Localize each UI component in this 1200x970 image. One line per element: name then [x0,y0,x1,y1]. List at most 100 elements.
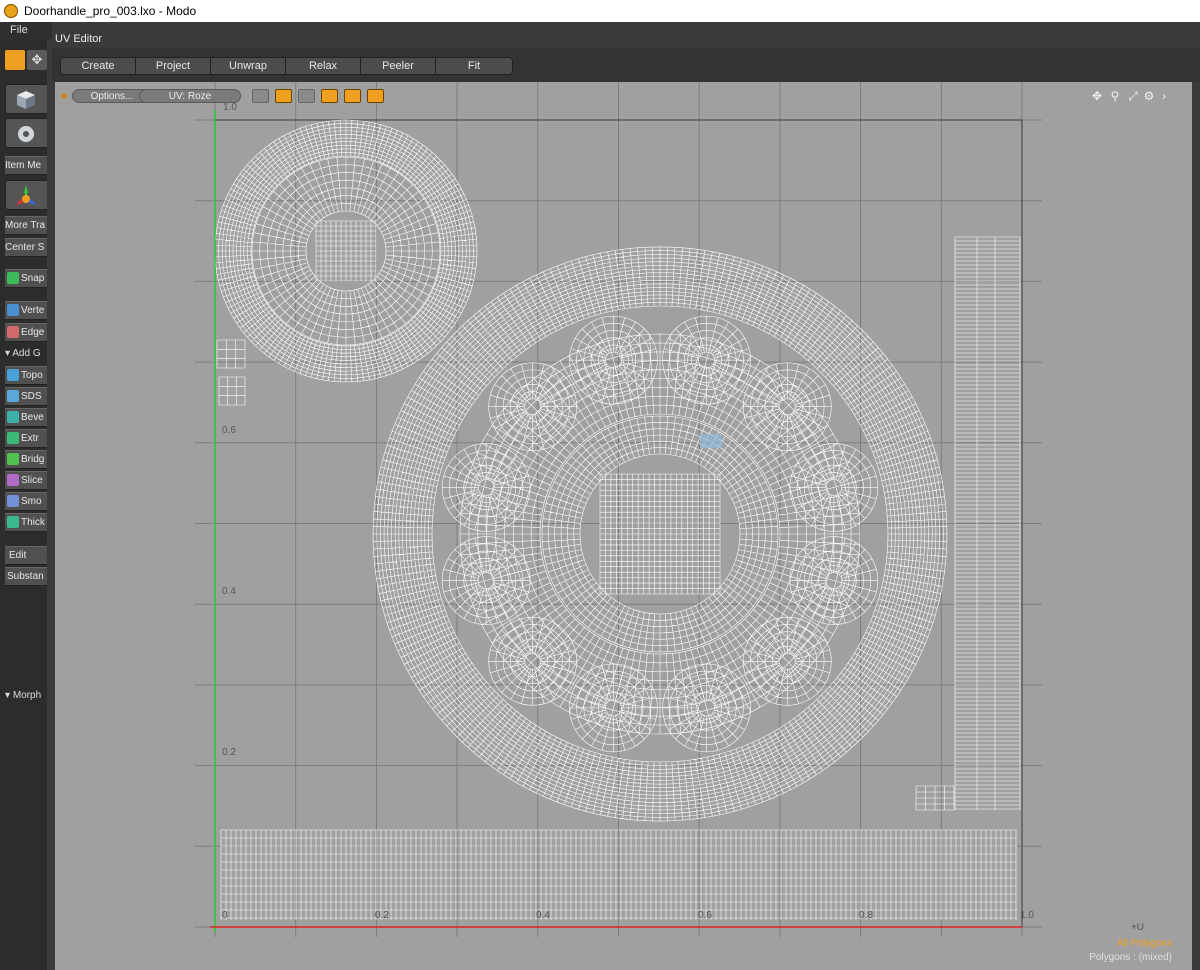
left-item-label: Edge [21,327,45,338]
slice-icon [7,474,19,486]
left-item-bevel[interactable]: Beve [5,408,47,427]
tab-unwrap[interactable]: Unwrap [210,57,286,75]
left-item-label: Center S [5,242,45,253]
left-item-label: Edit [9,550,27,561]
view-toggle-2-icon[interactable] [275,89,292,103]
left-section-morph[interactable]: ▾ Morph [5,688,47,704]
selection-mode-label[interactable]: All Polygons [1117,938,1172,949]
left-item-label: Slice [21,475,43,486]
smooth-icon [7,495,19,507]
modo-app-icon [4,4,18,18]
v-label-3: 0.4 [222,586,236,597]
view-toggle-1-icon[interactable] [252,89,269,103]
uv-editor-title: UV Editor [55,33,103,45]
view-toggle-3-icon[interactable] [298,89,315,103]
tab-fit[interactable]: Fit [435,57,513,75]
edge-icon [7,326,19,338]
left-item-vertex[interactable]: Verte [5,301,47,320]
uv-grid [195,82,1042,937]
u-label-1: 0 [222,910,228,921]
tab-relax[interactable]: Relax [285,57,361,75]
u-label-5: 0.8 [859,910,873,921]
left-item-edge[interactable]: Edge [5,323,47,342]
left-item-label: Extr [21,433,39,444]
v-label-2: 0.6 [222,425,236,436]
left-tool-panel: ✥ Item Me More Tra Center S Snap Verte E… [0,40,47,970]
cube-primitive-button[interactable] [5,84,47,114]
extrude-icon [7,432,19,444]
left-item-bridge[interactable]: Bridg [5,450,47,469]
tab-create[interactable]: Create [60,57,136,75]
torus-primitive-button[interactable] [5,118,47,148]
left-item-label: Topo [21,370,43,381]
left-item-label: Snap [21,273,45,284]
tab-project[interactable]: Project [135,57,211,75]
window-title-bar: Doorhandle_pro_003.lxo - Modo [0,0,1200,22]
cube-icon [17,91,35,109]
window-title: Doorhandle_pro_003.lxo - Modo [24,4,197,18]
v-label-4: 0.2 [222,747,236,758]
settings-icon[interactable]: ⚙ [1142,89,1156,103]
left-item-label: Smo [21,496,42,507]
left-item-label: SDS [21,391,42,402]
fit-view-icon[interactable]: ⤢ [1126,89,1140,103]
torus-icon [18,126,34,142]
uv-island-small-rect [915,785,955,811]
left-item-edit[interactable]: Edit [5,546,47,565]
layout-cube-icon[interactable] [5,50,25,70]
uv-viewport[interactable]: Options... UV: Roze ✥ ⚲ ⤢ ⚙ › 1.0 0.6 0.… [55,82,1192,970]
u-label-2: 0.2 [375,910,389,921]
view-toggle-6-icon[interactable] [367,89,384,103]
uv-map-selector[interactable]: UV: Roze [139,89,241,103]
left-item-label: More Tra [5,220,46,231]
left-item-2[interactable]: Center S [5,238,47,257]
right-side-strip [1192,82,1200,970]
uv-canvas[interactable] [55,82,1192,970]
uv-editor-header: UV Editor [52,30,1200,48]
move-icon[interactable]: ✥ [27,50,47,70]
left-item-slice[interactable]: Slice [5,471,47,490]
uv-island-chip-1 [216,339,246,369]
bevel-icon [7,411,19,423]
pan-icon[interactable]: ✥ [1090,89,1104,103]
left-item-thicken[interactable]: Thick [5,513,47,532]
u-label-4: 0.6 [698,910,712,921]
left-item-0[interactable]: Item Me [5,156,47,175]
left-item-label: Bridg [21,454,45,465]
left-section-add-geometry[interactable]: ▾ Add G [5,346,47,362]
left-item-topo[interactable]: Topo [5,366,47,385]
u-label-6: 1.0 [1020,910,1034,921]
transform-button[interactable] [5,180,47,210]
left-item-substance[interactable]: Substan [5,567,47,586]
left-item-label: Item Me [5,160,42,171]
left-section-label: Add G [12,348,41,359]
polygon-info-label: Polygons : (mixed) [1089,952,1172,963]
bridge-icon [7,453,19,465]
left-item-smooth[interactable]: Smo [5,492,47,511]
tab-peeler[interactable]: Peeler [360,57,436,75]
uv-island-chip-2 [218,376,246,406]
left-section-label: Morph [12,690,42,701]
transform-gizmo-icon [16,185,36,205]
chevron-right-icon[interactable]: › [1157,89,1171,103]
left-item-extrude[interactable]: Extr [5,429,47,448]
left-item-label: Thick [21,517,45,528]
u-axis-label: +U [1130,922,1144,933]
left-item-snap[interactable]: Snap [5,269,47,288]
left-item-sds[interactable]: SDS [5,387,47,406]
view-toggle-5-icon[interactable] [344,89,361,103]
left-item-1[interactable]: More Tra [5,216,47,235]
left-item-label: Verte [21,305,45,316]
viewport-menu-dot[interactable] [61,93,67,99]
uv-tool-tabs: Create Project Unwrap Relax Peeler Fit [52,48,1200,82]
vertex-icon [7,304,19,316]
u-label-3: 0.4 [536,910,550,921]
selected-polygons [700,434,722,448]
uv-island-small-center [315,220,377,282]
menu-bar: File [0,22,52,40]
snap-icon [7,272,19,284]
left-item-label: Substan [7,571,44,582]
view-toggle-4-icon[interactable] [321,89,338,103]
menu-file[interactable]: File [10,24,28,36]
zoom-icon[interactable]: ⚲ [1108,89,1122,103]
